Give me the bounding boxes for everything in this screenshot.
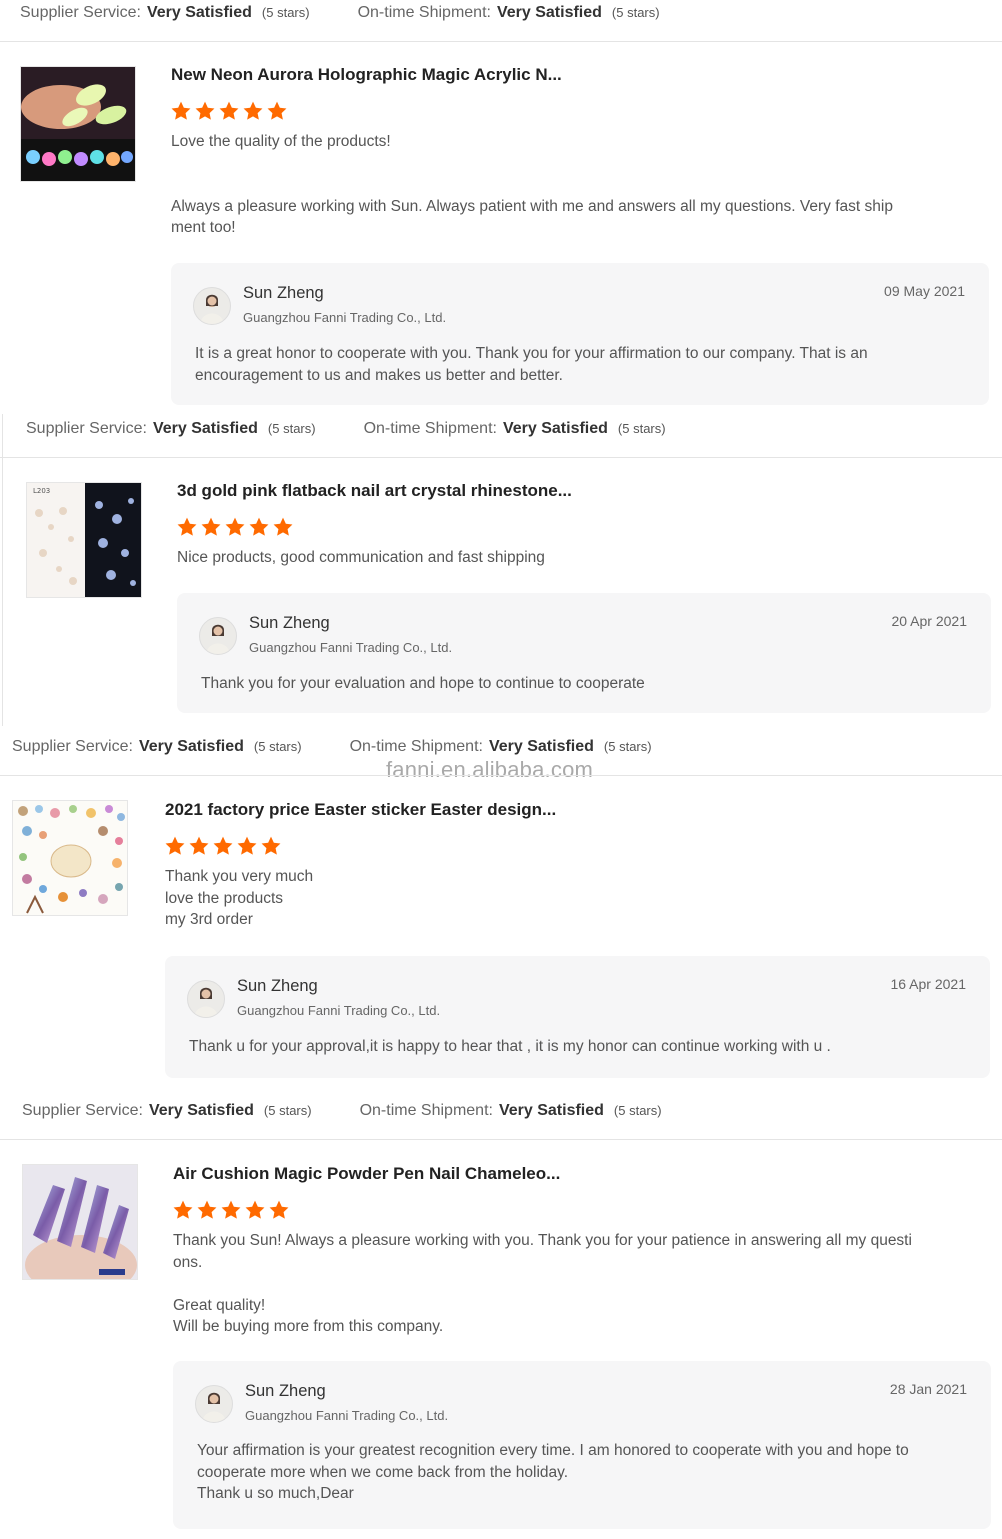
rating-summary: Supplier Service: Very Satisfied (5 star… — [20, 0, 660, 30]
product-title[interactable]: Air Cushion Magic Powder Pen Nail Chamel… — [173, 1164, 560, 1184]
supplier-service-rating: Supplier Service: Very Satisfied (5 star… — [26, 420, 316, 437]
reply-text: It is a great honor to cooperate with yo… — [195, 345, 868, 384]
reply-author-name: Sun Zheng — [237, 977, 318, 995]
divider — [0, 775, 1002, 776]
star-icon — [266, 100, 288, 122]
star-icon — [200, 516, 222, 538]
star-icon — [164, 835, 186, 857]
review-stars — [170, 100, 288, 122]
supplier-reply: Sun Zheng Guangzhou Fanni Trading Co., L… — [171, 263, 989, 405]
product-title[interactable]: 3d gold pink flatback nail art crystal r… — [177, 481, 572, 501]
star-icon — [248, 516, 270, 538]
star-icon — [244, 1199, 266, 1221]
star-icon — [212, 835, 234, 857]
supplier-service-rating: Supplier Service: Very Satisfied (5 star… — [20, 4, 310, 21]
svg-text:L203: L203 — [33, 487, 50, 495]
star-icon — [218, 100, 240, 122]
divider — [2, 414, 3, 726]
avatar — [199, 617, 237, 655]
rating-summary: Supplier Service: Very Satisfied (5 star… — [22, 1094, 662, 1128]
review-stars — [176, 516, 294, 538]
product-thumbnail[interactable] — [20, 66, 136, 182]
rating-summary: Supplier Service: Very Satisfied (5 star… — [26, 412, 666, 446]
review-comment: Thank you very much love the products my… — [165, 868, 314, 928]
star-icon — [260, 835, 282, 857]
reply-author-name: Sun Zheng — [243, 284, 324, 302]
sticker-product-image — [13, 801, 127, 915]
nail-product-image — [21, 67, 135, 181]
review-comment: Love the quality of the products! Always… — [171, 133, 893, 236]
reply-date: 09 May 2021 — [884, 283, 965, 299]
reply-company: Guangzhou Fanni Trading Co., Ltd. — [237, 1003, 441, 1018]
on-time-shipment-rating: On-time Shipment: Very Satisfied (5 star… — [359, 1102, 662, 1119]
star-icon — [170, 100, 192, 122]
star-icon — [176, 516, 198, 538]
star-icon — [242, 100, 264, 122]
rhinestone-product-image: L203 — [27, 483, 141, 597]
reply-author-name: Sun Zheng — [249, 614, 330, 632]
supplier-reply: Sun Zheng Guangzhou Fanni Trading Co., L… — [173, 1361, 991, 1529]
reply-date: 16 Apr 2021 — [890, 976, 966, 992]
avatar — [195, 1385, 233, 1423]
on-time-shipment-rating: On-time Shipment: Very Satisfied (5 star… — [349, 738, 652, 755]
star-icon — [224, 516, 246, 538]
divider — [0, 1139, 1002, 1140]
product-thumbnail[interactable] — [22, 1164, 138, 1280]
product-thumbnail[interactable] — [12, 800, 128, 916]
avatar — [187, 980, 225, 1018]
review-stars — [172, 1199, 290, 1221]
reply-date: 28 Jan 2021 — [889, 1381, 967, 1397]
star-icon — [196, 1199, 218, 1221]
divider — [0, 41, 1002, 42]
star-icon — [220, 1199, 242, 1221]
star-icon — [272, 516, 294, 538]
review-comment: Nice products, good communication and fa… — [177, 549, 545, 566]
watermark: fanni.en.alibaba.com — [386, 757, 594, 782]
reply-text: Thank you for your evaluation and hope t… — [201, 675, 645, 692]
avatar — [193, 287, 231, 325]
on-time-shipment-rating: On-time Shipment: Very Satisfied (5 star… — [363, 420, 666, 437]
star-icon — [194, 100, 216, 122]
reply-text: Your affirmation is your greatest recogn… — [197, 1442, 909, 1502]
star-icon — [172, 1199, 194, 1221]
supplier-reply: Sun Zheng Guangzhou Fanni Trading Co., L… — [177, 593, 991, 713]
reply-company: Guangzhou Fanni Trading Co., Ltd. — [245, 1408, 449, 1423]
review-comment: Thank you Sun! Always a pleasure working… — [173, 1232, 912, 1335]
nail-powder-product-image — [23, 1165, 137, 1279]
on-time-shipment-rating: On-time Shipment: Very Satisfied (5 star… — [357, 4, 660, 21]
product-thumbnail[interactable]: L203 — [26, 482, 142, 598]
reply-author-name: Sun Zheng — [245, 1382, 326, 1400]
star-icon — [188, 835, 210, 857]
reply-company: Guangzhou Fanni Trading Co., Ltd. — [243, 310, 447, 325]
star-icon — [236, 835, 258, 857]
review-stars — [164, 835, 282, 857]
product-title[interactable]: New Neon Aurora Holographic Magic Acryli… — [171, 65, 562, 85]
reply-company: Guangzhou Fanni Trading Co., Ltd. — [249, 640, 453, 655]
supplier-reply: Sun Zheng Guangzhou Fanni Trading Co., L… — [165, 956, 990, 1078]
star-icon — [268, 1199, 290, 1221]
supplier-service-rating: Supplier Service: Very Satisfied (5 star… — [22, 1102, 312, 1119]
reply-date: 20 Apr 2021 — [891, 613, 967, 629]
reply-text: Thank u for your approval,it is happy to… — [189, 1038, 831, 1055]
supplier-service-rating: Supplier Service: Very Satisfied (5 star… — [12, 738, 302, 755]
product-title[interactable]: 2021 factory price Easter sticker Easter… — [165, 800, 556, 820]
divider — [0, 457, 1002, 458]
